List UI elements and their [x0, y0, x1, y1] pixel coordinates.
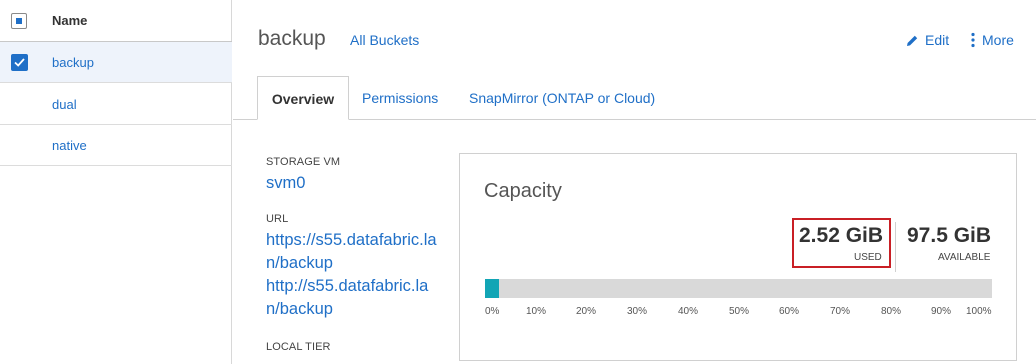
bucket-list-panel: Name backup dual native: [0, 0, 232, 364]
page-title: backup: [258, 27, 326, 50]
available-value: 97.5 GiB: [907, 224, 992, 247]
capacity-divider: [895, 222, 896, 272]
name-column-header[interactable]: Name: [52, 13, 87, 28]
capacity-tick-label: 80%: [881, 306, 902, 317]
all-buckets-link[interactable]: All Buckets: [350, 32, 419, 48]
capacity-tick-label: 70%: [830, 306, 851, 317]
capacity-bar-used: [485, 279, 499, 298]
list-item-label[interactable]: native: [52, 138, 87, 153]
checkmark-icon: [14, 58, 25, 67]
capacity-tick-label: 90%: [931, 306, 952, 317]
list-item-backup[interactable]: backup: [0, 42, 232, 83]
capacity-bar: [485, 279, 992, 298]
capacity-tick-label: 100%: [966, 306, 992, 317]
list-item-dual[interactable]: dual: [0, 84, 232, 125]
pencil-icon: [907, 35, 918, 46]
tab-overview[interactable]: Overview: [257, 76, 349, 120]
capacity-tick-label: 30%: [627, 306, 648, 317]
more-label: More: [982, 32, 1014, 48]
capacity-title: Capacity: [484, 180, 562, 202]
list-item-native[interactable]: native: [0, 125, 232, 166]
capacity-tick-label: 50%: [729, 306, 750, 317]
storage-vm-label: STORAGE VM: [266, 156, 341, 168]
capacity-tick-label: 20%: [576, 306, 597, 317]
storage-vm-link[interactable]: svm0: [266, 172, 438, 195]
kebab-menu-icon: [971, 32, 975, 48]
row-checkbox-checked[interactable]: [11, 54, 28, 71]
used-value: 2.52 GiB: [799, 224, 884, 247]
capacity-tick-label: 60%: [779, 306, 800, 317]
edit-button[interactable]: Edit: [906, 32, 949, 48]
capacity-tick-label: 0%: [485, 306, 500, 317]
select-all-checkbox[interactable]: [11, 13, 27, 29]
capacity-tick-label: 40%: [678, 306, 699, 317]
edit-label: Edit: [925, 32, 950, 48]
capacity-tick-label: 10%: [526, 306, 547, 317]
tab-permissions[interactable]: Permissions: [362, 76, 438, 120]
https-url-link[interactable]: https://s55.datafabric.lan/backup: [266, 229, 438, 275]
tab-snapmirror[interactable]: SnapMirror (ONTAP or Cloud): [469, 76, 655, 120]
list-item-label[interactable]: dual: [52, 97, 77, 112]
used-label: USED: [854, 252, 882, 263]
local-tier-label: LOCAL TIER: [266, 341, 331, 353]
more-button[interactable]: More: [970, 32, 1014, 48]
url-label: URL: [266, 213, 289, 225]
list-header: Name: [0, 0, 232, 42]
available-label: AVAILABLE: [938, 252, 991, 263]
http-url-link[interactable]: http://s55.datafabric.lan/backup: [266, 275, 438, 321]
list-item-label[interactable]: backup: [52, 55, 94, 70]
